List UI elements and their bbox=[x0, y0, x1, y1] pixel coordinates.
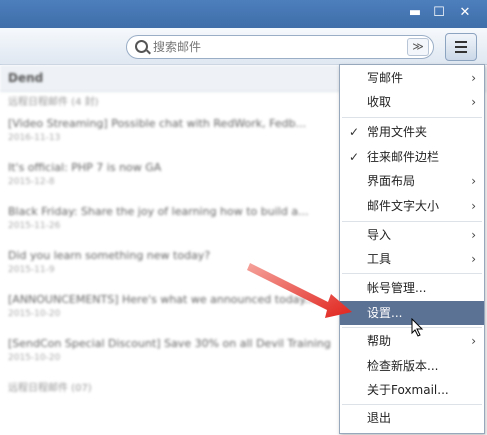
annotation-arrow-icon bbox=[247, 263, 352, 318]
mouse-pointer-icon bbox=[411, 318, 424, 337]
